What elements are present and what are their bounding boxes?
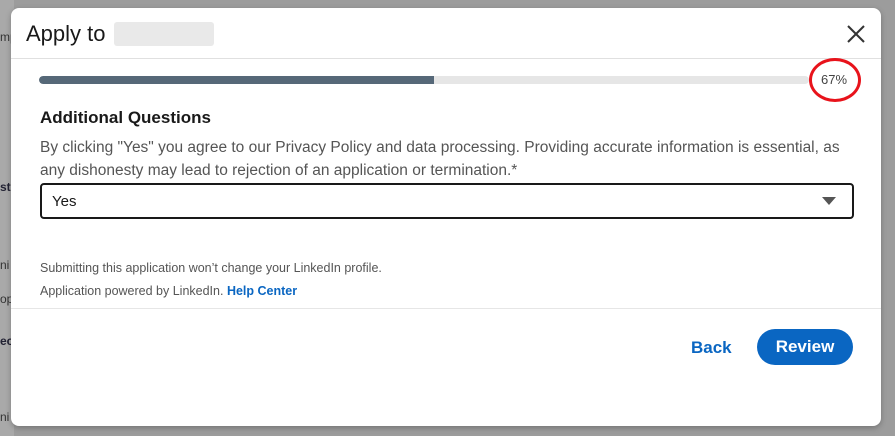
company-name-redacted — [113, 22, 214, 46]
progress-bar-fill — [39, 76, 434, 84]
powered-by-line: Application powered by LinkedIn. Help Ce… — [40, 284, 297, 298]
caret-down-icon — [822, 197, 836, 205]
back-button[interactable]: Back — [691, 338, 732, 358]
review-button[interactable]: Review — [757, 329, 853, 365]
select-value: Yes — [52, 193, 77, 210]
profile-note: Submitting this application won’t change… — [40, 261, 382, 275]
powered-by-text: Application powered by LinkedIn. — [40, 284, 224, 298]
modal-title: Apply to — [26, 21, 214, 47]
progress-bar — [39, 76, 809, 84]
modal-header: Apply to — [11, 8, 881, 59]
close-icon — [847, 25, 865, 43]
close-button[interactable] — [845, 23, 867, 45]
help-center-link[interactable]: Help Center — [227, 284, 297, 298]
question-select[interactable]: Yes — [40, 183, 854, 219]
footer-divider — [11, 308, 881, 309]
progress-percent-label: 67% — [821, 72, 848, 87]
section-title: Additional Questions — [40, 108, 211, 127]
apply-modal: Apply to 67% Additional Questions By cli… — [11, 8, 881, 426]
question-text: By clicking "Yes" you agree to our Priva… — [40, 139, 840, 179]
modal-title-text: Apply to — [26, 21, 106, 46]
